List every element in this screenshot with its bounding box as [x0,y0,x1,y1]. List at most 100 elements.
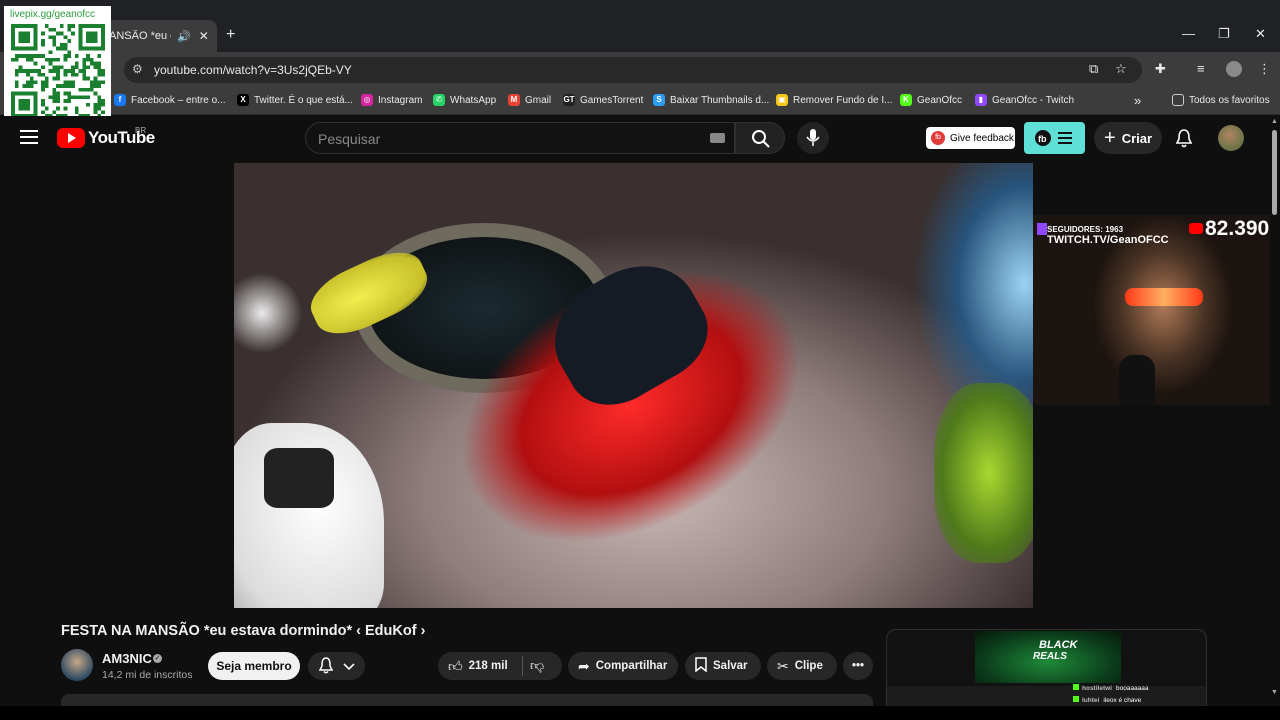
browser-menu-icon[interactable]: ⋮ [1258,61,1271,77]
save-label: Salvar [713,660,748,672]
join-button[interactable]: Seja membro [208,652,300,680]
twitch-icon [1037,223,1047,235]
bookmark-label: Remover Fundo de I... [793,94,893,106]
user-avatar[interactable] [1218,125,1244,151]
followers-count: SEGUIDORES: 1963 [1047,225,1124,234]
bookmark-label: GeanOfcc [917,94,963,106]
share-button[interactable]: ➦ Compartilhar [568,652,678,680]
channel-name[interactable]: AM3NIC [102,651,152,666]
clip-label: Clipe [794,660,823,672]
extensions-icon[interactable]: ✚ [1155,61,1166,77]
gmail-icon: M [508,94,520,106]
bookmark-label: Facebook – entre o... [131,94,226,106]
speaker-icon[interactable]: 🔊 [177,30,191,43]
all-bookmarks-button[interactable]: Todos os favoritos [1172,93,1270,107]
twitch-icon: ▮ [975,94,987,106]
description-box[interactable] [61,694,873,706]
thumbs-down-icon: 👎︎ [530,657,545,673]
bookmark-item[interactable]: ▮ GeanOfcc - Twitch [975,93,1074,107]
bookmark-item[interactable]: f Facebook – entre o... [114,93,226,107]
give-feedback-label: Give feedback [950,132,1014,144]
chevron-down-icon [343,659,355,674]
voice-search-button[interactable] [797,122,829,154]
webcam-overlay: SEGUIDORES: 1963 TWITCH.TV/GeanOFCC 82.3… [1033,215,1280,405]
bookmark-item[interactable]: ▣ Remover Fundo de I... [776,93,893,107]
video-scene-white-car-window [264,448,334,508]
bookmark-label: Gmail [525,94,552,106]
video-player[interactable] [234,163,1033,608]
subscription-bell-button[interactable] [308,652,365,680]
dislike-button[interactable]: 👎︎ [530,657,544,674]
bookmark-label: GamesTorrent [580,94,644,106]
removebg-icon: ▣ [776,94,788,106]
qr-code-overlay: livepix.gg/geanofcc [4,6,111,120]
clip-button[interactable]: ✂ Clipe [767,652,837,680]
channel-avatar[interactable] [61,649,93,681]
all-bookmarks-label: Todos os favoritos [1189,94,1270,106]
plus-icon: + [1104,126,1116,149]
youtube-badge-icon [1189,223,1203,234]
chat-text: ileox é chave [1103,697,1142,704]
profile-icon[interactable] [1226,61,1242,77]
bookmark-label: Instagram [378,94,423,106]
bookmark-star-icon[interactable]: ☆ [1115,61,1127,77]
like-count: 218 mil [468,660,508,672]
folder-icon [1172,94,1184,106]
close-tab-icon[interactable]: ✕ [199,29,209,43]
create-label: Criar [1121,130,1153,146]
country-code: BR [135,126,147,135]
bookmark-item[interactable]: M Gmail [508,93,551,107]
youtube-logo-icon[interactable] [57,128,85,148]
notifications-bell-icon[interactable] [1175,128,1193,153]
bookmark-label: GeanOfcc - Twitch [992,94,1075,106]
kick-icon [1073,684,1079,690]
thumbs-up-icon: 👍︎ [448,657,463,674]
give-feedback-button[interactable]: fb Give feedback [926,127,1015,149]
save-button[interactable]: Salvar [685,652,761,680]
scrollbar-thumb[interactable] [1272,130,1277,215]
bookmark-icon [695,657,707,675]
thumbnails-icon: S [653,94,665,106]
browser-tab-active[interactable]: ANSÃO *eu est 🔊 ✕ [95,20,217,52]
site-info-icon[interactable]: ⚙ [132,62,143,76]
scissors-icon: ✂ [777,657,789,674]
gamestorrent-icon: GT [563,94,575,106]
extension-menu-button[interactable]: fb [1024,122,1085,154]
bookmark-item[interactable]: X Twitter. É o que está... [237,93,353,107]
kick-icon: K [900,94,912,106]
restore-button[interactable]: ❐ [1218,26,1230,42]
scroll-up-arrow-icon[interactable]: ▲ [1271,118,1278,125]
more-horizontal-icon: ••• [851,660,865,672]
bookmark-item[interactable]: K GeanOfcc [900,93,962,107]
media-controls-icon[interactable]: ≡ [1197,61,1205,76]
chat-message: luhtei ileox é chave [1073,696,1141,704]
new-tab-button[interactable]: + [226,26,235,44]
url-text[interactable]: youtube.com/watch?v=3Us2jQEb-VY [154,63,352,77]
video-title: FESTA NA MANSÃO *eu estava dormindo* ‹ E… [61,623,426,639]
search-button[interactable] [735,122,785,154]
keyboard-icon[interactable] [710,133,725,143]
install-app-icon[interactable]: ⧉ [1089,61,1098,77]
channel-subscribers: 14,2 mi de inscritos [102,669,193,681]
bell-icon [318,656,334,677]
bookmark-item[interactable]: S Baixar Thumbnails d... [653,93,769,107]
webcam-glasses [1125,288,1203,306]
minimize-button[interactable]: — [1182,26,1195,41]
bookmark-item[interactable]: ✆ WhatsApp [433,93,496,107]
bookmarks-overflow-button[interactable]: » [1134,93,1141,108]
bookmark-item[interactable]: GT GamesTorrent [563,93,643,107]
ad-title-line2: REALS [1033,651,1067,662]
whatsapp-icon: ✆ [433,94,445,106]
bookmark-item[interactable]: ◎ Instagram [361,93,422,107]
create-button[interactable]: + Criar [1094,122,1162,154]
scroll-down-arrow-icon[interactable]: ▼ [1271,689,1278,696]
webcam-microphone [1119,355,1155,405]
video-scene-bush [934,383,1033,563]
like-divider [522,656,523,676]
close-window-button[interactable]: ✕ [1255,26,1266,42]
tab-title: ANSÃO *eu est [109,30,171,42]
hamburger-menu-icon[interactable] [20,130,38,144]
more-actions-button[interactable]: ••• [843,652,873,680]
microphone-icon [806,129,820,146]
search-placeholder[interactable]: Pesquisar [318,131,380,147]
